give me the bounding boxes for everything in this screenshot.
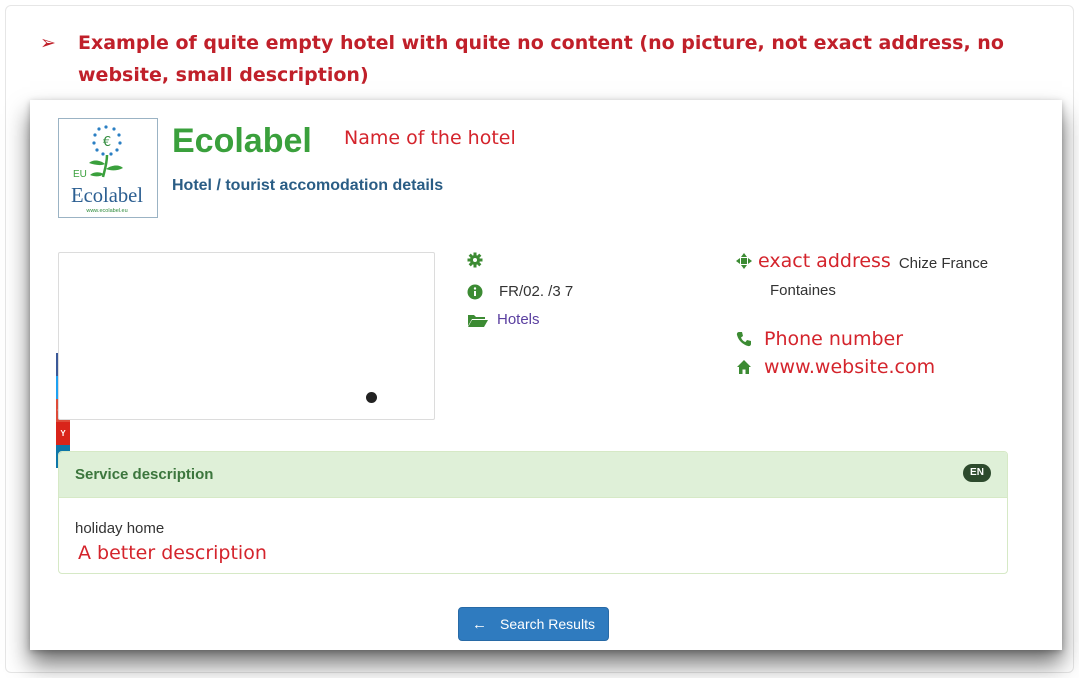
home-icon bbox=[736, 359, 752, 375]
panel-heading: Service description EN bbox=[59, 452, 1007, 498]
info-row-licence: FR/02. /3 7 bbox=[467, 283, 573, 300]
svg-text:EU: EU bbox=[73, 169, 87, 180]
address-line-1: Chize France bbox=[898, 254, 989, 272]
info-icon bbox=[467, 284, 483, 300]
svg-text:Ecolabel: Ecolabel bbox=[71, 183, 143, 207]
annotation-website: www.website.com bbox=[764, 356, 936, 378]
page-subtitle: Hotel / tourist accomodation details bbox=[172, 177, 444, 194]
arrow-left-icon: ← bbox=[472, 615, 488, 633]
panel-title: Service description bbox=[75, 466, 214, 483]
address-line-2: Fontaines bbox=[770, 282, 836, 299]
licence-number: FR/02. /3 7 bbox=[499, 283, 574, 300]
phone-row: Phone number bbox=[736, 328, 903, 350]
search-results-button[interactable]: ← Search Results bbox=[458, 607, 609, 641]
website-row: www.website.com bbox=[736, 356, 935, 378]
ecolabel-logo[interactable]: € EU Ecolabel www.ecolabel.eu bbox=[58, 118, 158, 218]
svg-text:€: € bbox=[103, 135, 111, 150]
map-marker[interactable] bbox=[366, 392, 377, 403]
panel-body: holiday home A better description bbox=[59, 498, 1007, 573]
gear-icon bbox=[467, 252, 483, 268]
ecolabel-flower-icon: € EU Ecolabel www.ecolabel.eu bbox=[71, 125, 143, 214]
category-link[interactable]: Hotels bbox=[497, 311, 540, 328]
search-results-label: Search Results bbox=[500, 616, 595, 632]
youtube-share-button[interactable]: Y bbox=[56, 422, 70, 445]
address-row: exact address Chize France bbox=[736, 250, 988, 272]
bullet-arrow-icon: ➢ bbox=[40, 32, 56, 54]
svg-text:www.ecolabel.eu: www.ecolabel.eu bbox=[85, 208, 127, 214]
location-arrows-icon bbox=[736, 253, 752, 269]
hotel-detail-card: € EU Ecolabel www.ecolabel.eu Ecolabel N… bbox=[30, 100, 1062, 650]
language-badge[interactable]: EN bbox=[963, 464, 991, 482]
info-row-settings bbox=[467, 252, 483, 268]
hotel-name: Ecolabel bbox=[172, 122, 312, 160]
address-row-2: Fontaines bbox=[770, 282, 836, 299]
hotel-map[interactable] bbox=[58, 252, 435, 420]
service-description-panel: Service description EN holiday home A be… bbox=[58, 451, 1008, 574]
annotation-phone-number: Phone number bbox=[764, 328, 904, 350]
annotation-header-text: Example of quite empty hotel with quite … bbox=[78, 32, 1004, 86]
phone-icon bbox=[736, 331, 752, 347]
annotation-hotel-name: Name of the hotel bbox=[344, 127, 516, 149]
annotation-exact-address: exact address bbox=[758, 250, 891, 272]
folder-open-icon bbox=[467, 312, 489, 328]
info-row-category: Hotels bbox=[467, 311, 540, 328]
service-description-text: holiday home bbox=[75, 520, 165, 537]
annotation-better-description: A better description bbox=[78, 542, 267, 564]
